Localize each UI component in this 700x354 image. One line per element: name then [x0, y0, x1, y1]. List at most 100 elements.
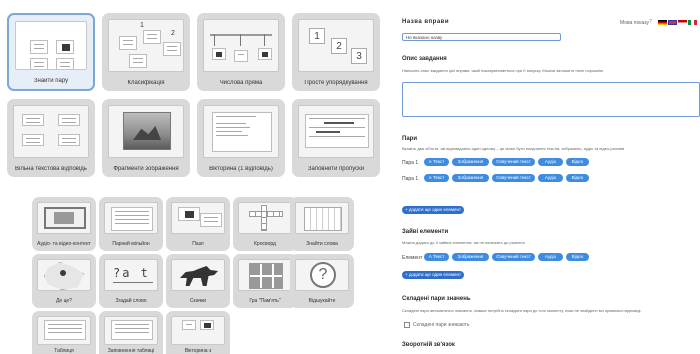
template-tile-memory-game[interactable]: Гра "Пам'ять": [233, 254, 297, 308]
tile-label: Заповнення таблиці: [107, 348, 155, 354]
complex-pairs-heading: Складені пари значень: [402, 296, 471, 302]
add-spoken-text-button[interactable]: Озвучений текст: [492, 174, 535, 182]
template-tile-recall-word[interactable]: ?a t Згадай слово: [99, 254, 163, 308]
audio-video-thumbnail: [37, 202, 91, 234]
number-card-2: 2: [331, 38, 347, 54]
description-textarea[interactable]: [402, 82, 700, 117]
complex-pairs-checkbox-label: Складені пари зникають: [413, 322, 470, 328]
tile-label: Просте упорядкування: [304, 80, 368, 86]
flag-it-icon[interactable]: [688, 20, 697, 25]
memory-game-thumbnail: [238, 259, 292, 291]
template-tile-quiz-multi[interactable]: Вікторина з: [166, 311, 230, 354]
question-icon: ?: [310, 262, 336, 288]
image-fragments-thumbnail: [108, 105, 184, 158]
language-flags[interactable]: [658, 20, 700, 26]
complex-pairs-checkbox[interactable]: [404, 322, 410, 328]
add-audio-button[interactable]: Аудіо: [538, 174, 563, 182]
add-text-button[interactable]: А Текст: [424, 158, 449, 166]
template-tile-where-is-it[interactable]: Де це?: [32, 254, 96, 308]
template-tile-word-search[interactable]: Знайти слова: [290, 197, 354, 251]
pairs-heading: Пари: [402, 136, 418, 142]
tile-label: Пазл: [192, 241, 204, 247]
flag-de-icon[interactable]: [658, 20, 667, 25]
extra-elements-hint: Можна додати до 3 зайвих елементів, які …: [402, 240, 525, 245]
tile-label: Фрагменти зображення: [113, 166, 179, 172]
find-out-thumbnail: ?: [295, 259, 349, 291]
add-video-button[interactable]: Відео: [566, 158, 589, 166]
template-tile-crossword[interactable]: Кросворд: [233, 197, 297, 251]
horse-race-thumbnail: [171, 259, 225, 291]
template-tile-number-line[interactable]: Числова пряма: [197, 13, 285, 91]
exercise-title-input[interactable]: Не вказано назву: [402, 33, 561, 41]
tile-label: Числова пряма: [219, 80, 263, 86]
template-tile-fill-table[interactable]: Заповнення таблиці: [99, 311, 163, 354]
crossword-thumbnail: [238, 202, 292, 234]
fill-table-thumbnail: [104, 316, 158, 345]
digit-two: 2: [171, 30, 175, 37]
add-image-button[interactable]: Зображення: [452, 158, 489, 166]
template-tile-classification[interactable]: 1 2 Класифікація: [102, 13, 190, 91]
tile-label: Знайти слова: [306, 241, 338, 247]
number-line-thumbnail: [203, 19, 279, 72]
flag-pl-icon[interactable]: [678, 20, 687, 25]
simple-order-thumbnail: 1 2 3: [298, 19, 374, 72]
add-video-button[interactable]: Відео: [566, 253, 589, 261]
add-text-button[interactable]: А Текст: [424, 253, 449, 261]
add-video-button[interactable]: Відео: [566, 174, 589, 182]
pair-row-label: Пара 1: [402, 160, 419, 166]
template-tile-audio-video[interactable]: Аудіо- та відео-контент: [32, 197, 96, 251]
tile-label: Відшукайте: [308, 298, 336, 304]
classification-thumbnail: 1 2: [108, 19, 184, 72]
tile-label: Парний мільйон: [112, 241, 150, 247]
tile-label: Вікторина з: [184, 348, 212, 354]
tile-label: Скачки: [189, 298, 207, 304]
template-tile-image-fragments[interactable]: Фрагменти зображення: [102, 99, 190, 177]
template-tile-find-out[interactable]: ? Відшукайте: [290, 254, 354, 308]
template-tile-simple-order[interactable]: 1 2 3 Просте упорядкування: [292, 13, 380, 91]
add-extra-element-button[interactable]: + додати ще один елемент: [402, 271, 464, 279]
tile-label: Гра "Пам'ять": [249, 298, 281, 304]
exercise-title-heading: Назва вправи: [402, 19, 450, 25]
extra-elements-heading: Зайві елементи: [402, 229, 449, 235]
number-card-1: 1: [309, 28, 325, 44]
add-audio-button[interactable]: Аудіо: [538, 158, 563, 166]
template-tile-millionaire[interactable]: Парний мільйон: [99, 197, 163, 251]
add-text-button[interactable]: А Текст: [424, 174, 449, 182]
description-heading: Опис завдання: [402, 56, 447, 62]
tile-label: Кросворд: [254, 241, 276, 247]
where-is-it-thumbnail: [37, 259, 91, 291]
add-pair-button[interactable]: + додати ще один елемент: [402, 206, 464, 214]
add-image-button[interactable]: Зображення: [452, 253, 489, 261]
puzzle-thumbnail: [171, 202, 225, 234]
tile-label: Заповнити пропуски: [307, 166, 365, 172]
tile-label: Згадай слово: [115, 298, 147, 304]
free-text-thumbnail: [13, 105, 89, 158]
template-tile-free-text[interactable]: Вільна текстова відповідь: [7, 99, 95, 177]
feedback-heading: Зворотній зв'язок: [402, 342, 455, 348]
table-thumbnail: [37, 316, 91, 345]
template-tile-puzzle[interactable]: Пазл: [166, 197, 230, 251]
digit-one: 1: [140, 22, 144, 29]
help-icon[interactable]: ?: [649, 19, 652, 25]
template-tile-table[interactable]: Таблиця: [32, 311, 96, 354]
add-image-button[interactable]: Зображення: [452, 174, 489, 182]
word-search-thumbnail: [295, 202, 349, 234]
exercise-editor-form: Назва вправи Мова показу ? Не вказано на…: [396, 0, 700, 354]
template-tile-horse-race[interactable]: Скачки: [166, 254, 230, 308]
add-audio-button[interactable]: Аудіо: [538, 253, 563, 261]
quiz-single-thumbnail: [203, 105, 279, 158]
flag-gb-icon[interactable]: [668, 20, 677, 25]
find-pair-thumbnail: [15, 21, 87, 70]
add-spoken-text-button[interactable]: Озвучений текст: [492, 253, 535, 261]
tile-label: Аудіо- та відео-контент: [37, 241, 91, 247]
number-card-3: 3: [351, 48, 367, 64]
tile-label: Класифікація: [127, 80, 165, 86]
template-tile-find-pair[interactable]: Знайти пару: [7, 13, 95, 91]
tile-label: Вікторина (1 відповідь): [209, 166, 273, 172]
quiz-multi-thumbnail: [171, 316, 225, 345]
millionaire-thumbnail: [104, 202, 158, 234]
template-tile-fill-blanks[interactable]: Заповнити пропуски: [292, 99, 380, 177]
template-tile-quiz-single[interactable]: Вікторина (1 відповідь): [197, 99, 285, 177]
add-spoken-text-button[interactable]: Озвучений текст: [492, 158, 535, 166]
pair-row-label: Пара 1: [402, 176, 419, 182]
